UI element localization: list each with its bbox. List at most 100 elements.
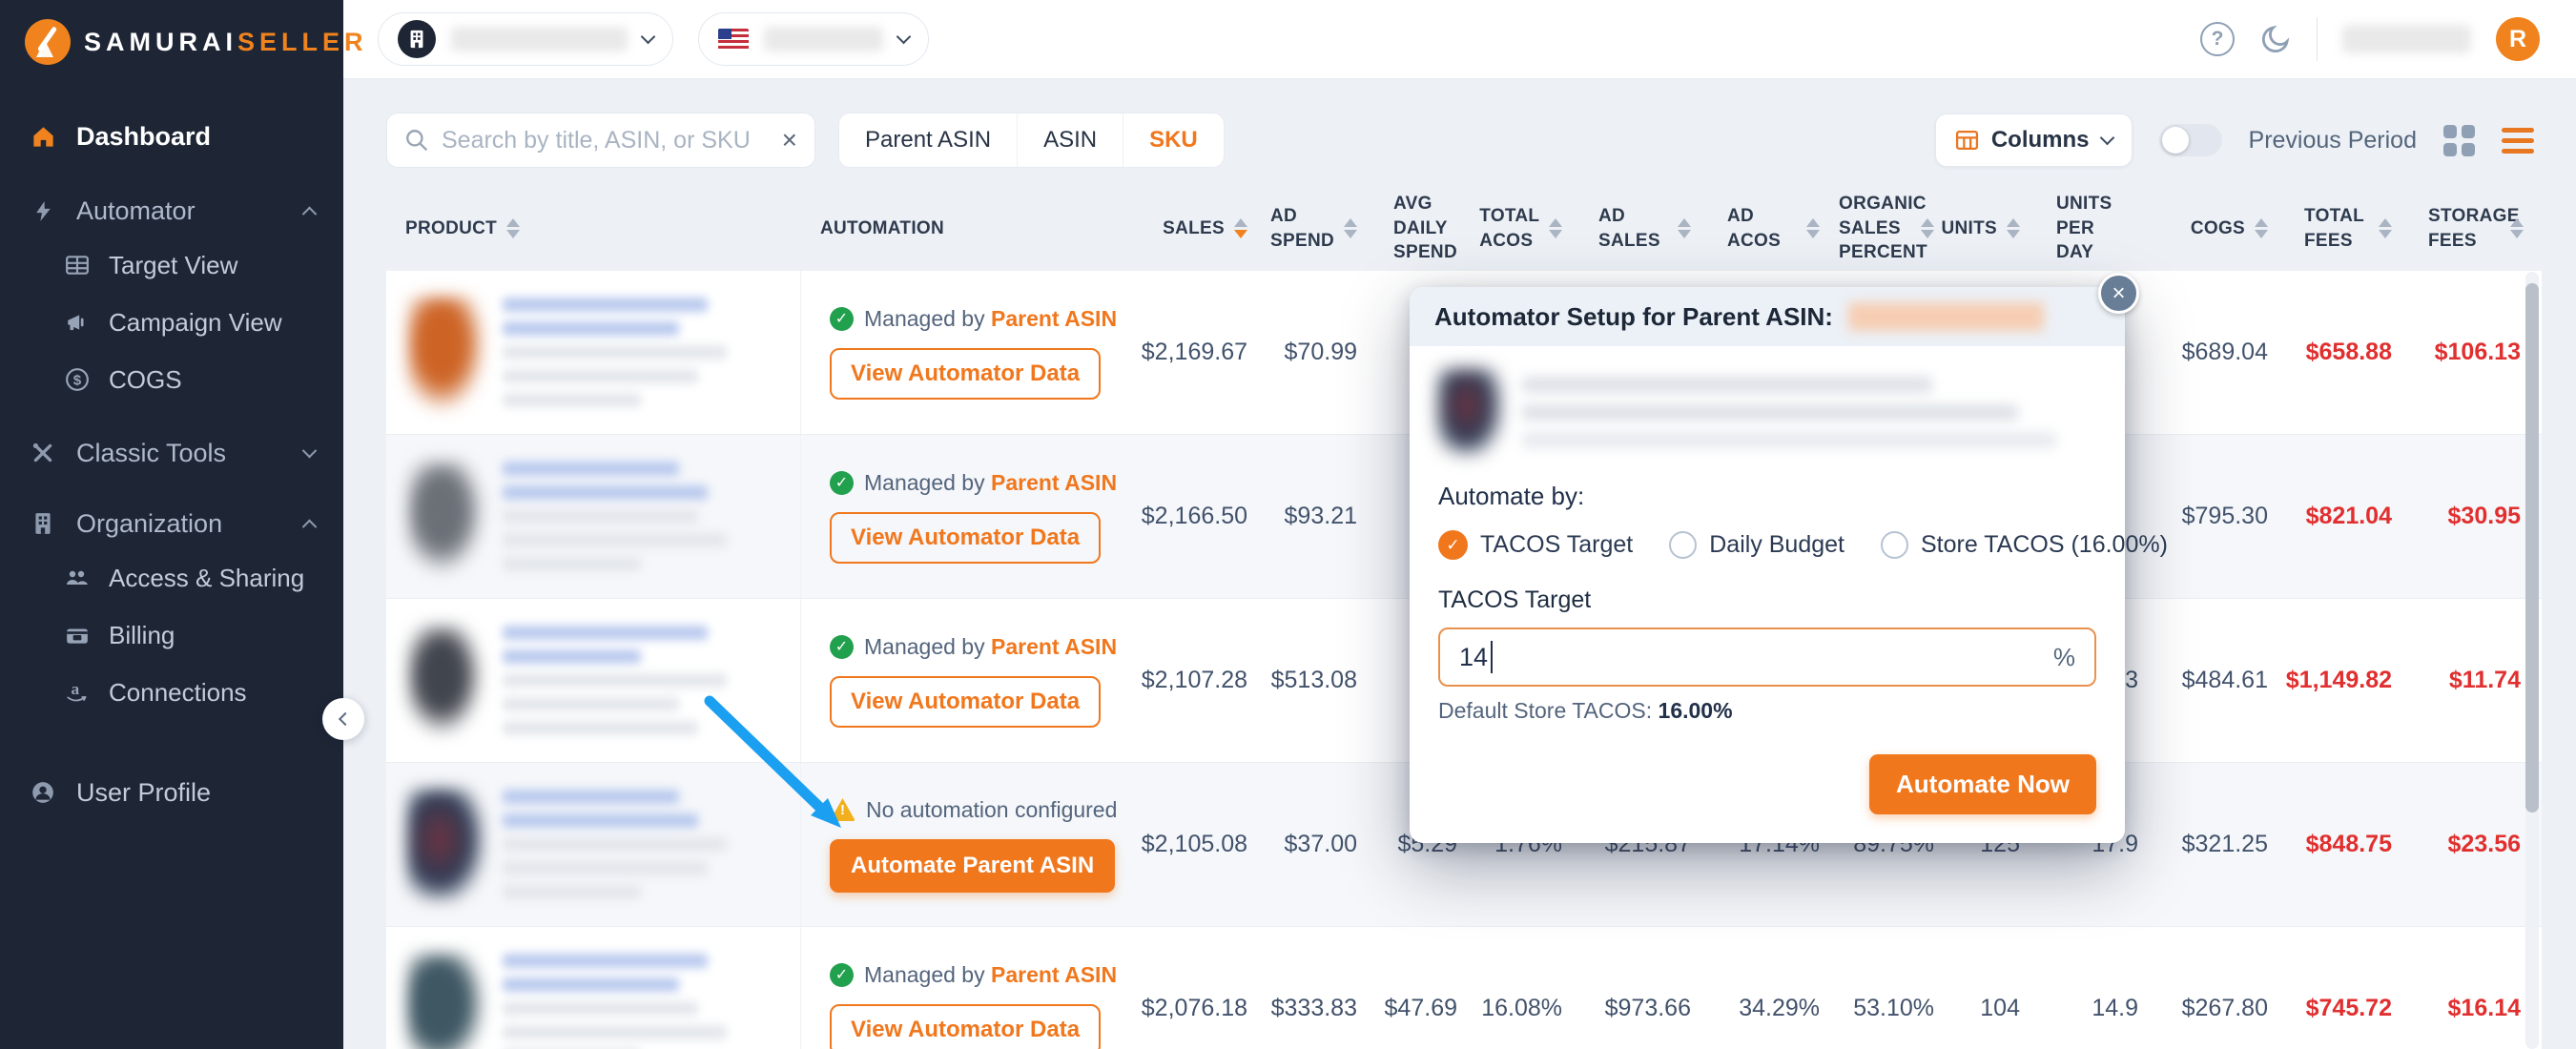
automation-cell: ✓ Managed by Parent ASIN View Automator D… <box>801 599 1130 762</box>
col-ad-acos[interactable]: AD ACOS <box>1712 204 1841 253</box>
col-sales[interactable]: SALES <box>1130 216 1268 241</box>
sidebar-item-target-view[interactable]: Target View <box>0 237 343 294</box>
total-acos-value: 16.08% <box>1481 995 1562 1021</box>
sidebar-item-label: Dashboard <box>76 121 212 151</box>
topbar: ? R <box>343 0 2576 79</box>
brand-logo[interactable]: SAMURAISELLER <box>0 0 363 69</box>
col-cogs[interactable]: COGS <box>2146 216 2289 241</box>
sidebar-item-label: Target View <box>109 250 238 279</box>
tab-parent-asin[interactable]: Parent ASIN <box>839 113 1017 167</box>
sort-icons[interactable] <box>506 217 521 238</box>
sidebar-item-cogs[interactable]: $ COGS <box>0 351 343 408</box>
sidebar-item-label: Access & Sharing <box>109 563 305 592</box>
sidebar-item-automator[interactable]: Automator <box>0 185 343 237</box>
sort-icons[interactable] <box>1344 218 1357 238</box>
columns-table-icon <box>1955 130 1979 151</box>
product-cell[interactable] <box>386 927 801 1049</box>
sort-icons[interactable] <box>1806 218 1820 238</box>
col-ad-sales[interactable]: AD SALES <box>1583 204 1712 253</box>
cogs-value: $689.04 <box>2181 339 2268 365</box>
automation-cell: ✓ Managed by Parent ASIN View Automator D… <box>801 927 1130 1049</box>
list-view-icon[interactable] <box>2502 127 2534 154</box>
building-icon <box>29 511 57 536</box>
vertical-scrollbar-thumb[interactable] <box>2525 283 2539 812</box>
topbar-right: ? R <box>2200 17 2540 61</box>
radio-tacos-target[interactable]: ✓ TACOS Target <box>1438 530 1633 560</box>
clear-search-icon[interactable]: × <box>782 127 797 154</box>
sort-icons[interactable] <box>2510 218 2524 238</box>
sort-icons[interactable] <box>1549 218 1562 238</box>
automation-status: ✓ Managed by Parent ASIN <box>830 470 1117 496</box>
sidebar-item-classic-tools[interactable]: Classic Tools <box>0 427 343 479</box>
marketplace-selector[interactable] <box>698 12 929 66</box>
product-text-redacted <box>503 954 727 1049</box>
sidebar-item-campaign-view[interactable]: Campaign View <box>0 294 343 351</box>
col-units[interactable]: UNITS <box>1942 216 2041 241</box>
previous-period-toggle[interactable] <box>2158 124 2222 156</box>
tab-asin[interactable]: ASIN <box>1017 113 1123 167</box>
table-row[interactable]: ✓ Managed by Parent ASIN View Automator D… <box>386 927 2542 1049</box>
search-input[interactable] <box>442 126 770 154</box>
sort-icons[interactable] <box>1921 217 1934 238</box>
radio-store-tacos[interactable]: Store TACOS (16.00%) <box>1881 531 2168 559</box>
vertical-scrollbar-track[interactable] <box>2525 272 2539 1049</box>
sort-icons[interactable] <box>2255 217 2268 238</box>
sidebar-item-connections[interactable]: a Connections <box>0 664 343 721</box>
account-selector[interactable] <box>378 12 673 66</box>
sidebar-collapse-button[interactable] <box>322 698 364 740</box>
dollar-circle-icon: $ <box>63 367 92 392</box>
col-organic-sales-percent[interactable]: ORGANIC SALES PERCENT <box>1839 192 1955 265</box>
product-cell[interactable] <box>386 435 801 598</box>
help-icon[interactable]: ? <box>2200 22 2235 56</box>
search-box: × <box>386 113 815 168</box>
sidebar-item-organization[interactable]: Organization <box>0 498 343 549</box>
grid-view-icon[interactable] <box>2443 124 2475 156</box>
view-automator-data-button[interactable]: View Automator Data <box>830 675 1102 728</box>
col-total-fees[interactable]: TOTAL FEES <box>2289 204 2413 253</box>
col-storage-fees[interactable]: STORAGE FEES <box>2413 204 2545 253</box>
ad-acos-value: 34.29% <box>1739 995 1820 1021</box>
product-text-redacted <box>503 626 727 735</box>
tacos-target-input[interactable]: 14 % <box>1438 627 2096 687</box>
view-automator-data-button[interactable]: View Automator Data <box>830 511 1102 564</box>
automate-by-options: ✓ TACOS Target Daily Budget Store TACOS … <box>1438 530 2168 560</box>
total-fees-value: $745.72 <box>2305 995 2392 1021</box>
svg-text:$: $ <box>73 372 82 388</box>
divider <box>2317 17 2318 61</box>
percent-suffix: % <box>2052 642 2075 671</box>
sales-value: $2,105.08 <box>1141 831 1247 857</box>
automate-now-button[interactable]: Automate Now <box>1869 754 2096 814</box>
sidebar-item-label: COGS <box>109 364 182 394</box>
sidebar-item-dashboard[interactable]: Dashboard <box>0 111 343 162</box>
automate-parent-asin-button[interactable]: Automate Parent ASIN <box>830 838 1116 893</box>
product-text-redacted <box>503 462 727 571</box>
col-total-acos[interactable]: TOTAL ACOS <box>1478 204 1583 253</box>
columns-button[interactable]: Columns <box>1934 113 2133 167</box>
radio-daily-budget[interactable]: Daily Budget <box>1669 531 1844 559</box>
bolt-icon <box>29 198 57 224</box>
sort-icons-active-desc[interactable] <box>1234 217 1247 238</box>
sidebar-item-billing[interactable]: Billing <box>0 607 343 664</box>
view-automator-data-button[interactable]: View Automator Data <box>830 347 1102 400</box>
sidebar-item-label: Organization <box>76 508 223 538</box>
home-icon <box>29 124 57 150</box>
cogs-value: $321.25 <box>2181 831 2268 857</box>
sidebar-item-label: Classic Tools <box>76 438 227 467</box>
dark-mode-icon[interactable] <box>2259 23 2292 55</box>
col-product[interactable]: PRODUCT <box>386 216 801 241</box>
product-cell[interactable] <box>386 599 801 762</box>
col-ad-spend[interactable]: AD SPEND <box>1268 204 1378 253</box>
product-cell[interactable] <box>386 763 801 926</box>
close-icon[interactable]: × <box>2098 273 2139 314</box>
product-cell[interactable] <box>386 271 801 434</box>
view-automator-data-button[interactable]: View Automator Data <box>830 1003 1102 1049</box>
sort-icons[interactable] <box>1678 218 1691 238</box>
table-header: PRODUCT AUTOMATION SALES AD SPEND AVG DA… <box>386 186 2542 271</box>
sidebar-item-access-sharing[interactable]: Access & Sharing <box>0 549 343 607</box>
organic-sales-percent-value: 53.10% <box>1853 995 1934 1021</box>
sidebar-item-user-profile[interactable]: User Profile <box>0 767 343 818</box>
tab-sku[interactable]: SKU <box>1123 113 1224 167</box>
sort-icons[interactable] <box>2007 217 2020 238</box>
sort-icons[interactable] <box>2379 218 2392 238</box>
avatar[interactable]: R <box>2496 17 2540 61</box>
